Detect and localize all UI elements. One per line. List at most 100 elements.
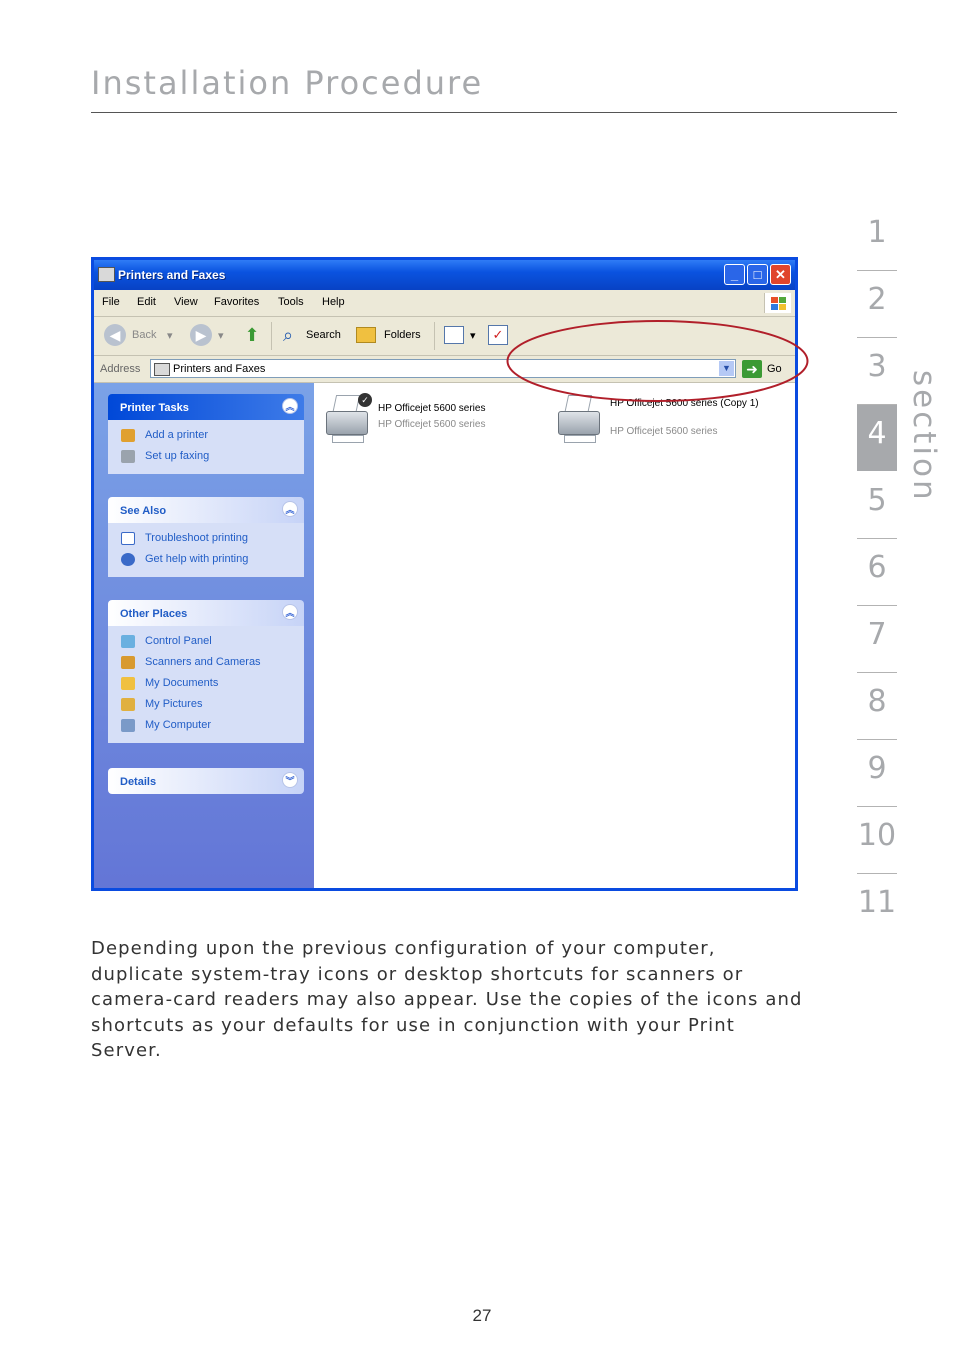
my-computer-link[interactable]: My Computer bbox=[108, 716, 304, 737]
help-question-icon bbox=[121, 532, 135, 545]
my-pictures-link[interactable]: My Pictures bbox=[108, 695, 304, 716]
go-button-label[interactable]: Go bbox=[767, 363, 782, 375]
details-header[interactable]: Details ︾ bbox=[108, 768, 304, 794]
get-help-printing-label: Get help with printing bbox=[145, 553, 249, 565]
details-title: Details bbox=[120, 776, 157, 788]
add-printer-label: Add a printer bbox=[145, 429, 208, 441]
body-paragraph: Depending upon the previous configuratio… bbox=[91, 938, 803, 1061]
printer-model: HP Officejet 5600 series bbox=[610, 426, 718, 437]
section-number-4-active: 4 bbox=[857, 405, 897, 472]
section-number-8: 8 bbox=[857, 673, 897, 740]
search-icon[interactable]: ⌕ bbox=[278, 325, 298, 345]
get-help-printing-link[interactable]: Get help with printing bbox=[108, 550, 304, 571]
search-button-label[interactable]: Search bbox=[306, 329, 341, 341]
toolbar-separator bbox=[271, 322, 272, 350]
see-also-header[interactable]: See Also ︽ bbox=[108, 497, 304, 523]
up-folder-icon[interactable]: ⬆ bbox=[242, 325, 262, 345]
header-divider bbox=[91, 112, 897, 113]
menu-edit[interactable]: Edit bbox=[137, 296, 156, 308]
maximize-button[interactable]: □ bbox=[747, 264, 768, 285]
my-computer-label: My Computer bbox=[145, 719, 212, 731]
page-number: 27 bbox=[472, 1306, 492, 1325]
section-number-1: 1 bbox=[857, 204, 897, 271]
control-panel-label: Control Panel bbox=[145, 635, 212, 647]
address-bar: Address Printers and Faxes ▼ ➜ Go bbox=[94, 356, 795, 383]
scanners-cameras-label: Scanners and Cameras bbox=[145, 656, 261, 668]
printer-list-area: ✓ HP Officejet 5600 series HP Officejet … bbox=[314, 383, 795, 888]
views-dropdown-icon[interactable]: ▾ bbox=[470, 329, 476, 342]
add-printer-icon bbox=[121, 429, 135, 442]
expand-chevron-icon[interactable]: ︾ bbox=[282, 772, 298, 788]
printer-folder-icon bbox=[154, 363, 170, 376]
section-nav: 1 2 3 4 5 6 7 8 9 10 11 bbox=[857, 204, 897, 941]
printer-name: HP Officejet 5600 series bbox=[378, 403, 486, 414]
section-number-2: 2 bbox=[857, 271, 897, 338]
address-input[interactable]: Printers and Faxes ▼ bbox=[150, 359, 736, 378]
close-button[interactable]: ✕ bbox=[770, 264, 791, 285]
printer-tasks-panel: Printer Tasks ︽ Add a printer Set up fax… bbox=[108, 394, 304, 474]
toolbar-separator bbox=[434, 322, 435, 350]
menu-help[interactable]: Help bbox=[322, 296, 345, 308]
my-pictures-label: My Pictures bbox=[145, 698, 203, 710]
folders-button-label[interactable]: Folders bbox=[384, 329, 421, 341]
printer-item[interactable]: ✓ HP Officejet 5600 series HP Officejet … bbox=[320, 389, 530, 449]
printer-model: HP Officejet 5600 series bbox=[378, 419, 486, 430]
printer-icon bbox=[556, 393, 602, 443]
window-titlebar[interactable]: Printers and Faxes _ □ ✕ bbox=[94, 260, 795, 290]
address-dropdown-icon[interactable]: ▼ bbox=[719, 361, 734, 376]
troubleshoot-printing-link[interactable]: Troubleshoot printing bbox=[108, 529, 304, 550]
see-also-panel: See Also ︽ Troubleshoot printing Get hel… bbox=[108, 497, 304, 577]
back-button-label[interactable]: Back bbox=[132, 329, 156, 341]
collapse-chevron-icon[interactable]: ︽ bbox=[282, 604, 298, 620]
help-globe-icon bbox=[121, 553, 135, 566]
printer-tasks-title: Printer Tasks bbox=[120, 402, 189, 414]
page-title: Installation Procedure bbox=[91, 64, 484, 102]
control-panel-icon bbox=[121, 635, 135, 648]
computer-icon bbox=[121, 719, 135, 732]
my-documents-label: My Documents bbox=[145, 677, 219, 689]
section-number-10: 10 bbox=[857, 807, 897, 874]
section-number-7: 7 bbox=[857, 606, 897, 673]
printer-name: HP Officejet 5600 series (Copy 1) bbox=[610, 398, 759, 409]
scanners-cameras-link[interactable]: Scanners and Cameras bbox=[108, 653, 304, 674]
address-label: Address bbox=[100, 363, 141, 375]
views-icon[interactable] bbox=[444, 326, 464, 344]
toolbar: ◀ Back ▾ ▶ ▾ ⬆ ⌕ Search Folders ▾ ✓ bbox=[94, 317, 795, 356]
menu-favorites[interactable]: Favorites bbox=[214, 296, 259, 308]
windows-logo-icon bbox=[764, 293, 791, 313]
properties-checklist-icon[interactable]: ✓ bbox=[488, 325, 508, 345]
my-documents-link[interactable]: My Documents bbox=[108, 674, 304, 695]
section-number-5: 5 bbox=[857, 472, 897, 539]
window-title: Printers and Faxes bbox=[118, 268, 226, 282]
section-label: section bbox=[906, 370, 942, 503]
folders-icon[interactable] bbox=[356, 327, 376, 343]
pictures-folder-icon bbox=[121, 698, 135, 711]
address-value: Printers and Faxes bbox=[173, 363, 266, 375]
printer-tasks-header[interactable]: Printer Tasks ︽ bbox=[108, 394, 304, 420]
control-panel-link[interactable]: Control Panel bbox=[108, 632, 304, 653]
add-printer-link[interactable]: Add a printer bbox=[108, 426, 304, 447]
back-arrow-icon[interactable]: ◀ bbox=[104, 324, 126, 346]
fax-icon bbox=[121, 450, 135, 463]
minimize-button[interactable]: _ bbox=[724, 264, 745, 285]
details-panel: Details ︾ bbox=[108, 768, 304, 794]
go-arrow-icon[interactable]: ➜ bbox=[742, 360, 762, 378]
other-places-header[interactable]: Other Places ︽ bbox=[108, 600, 304, 626]
set-up-faxing-link[interactable]: Set up faxing bbox=[108, 447, 304, 468]
menu-bar: File Edit View Favorites Tools Help bbox=[94, 290, 795, 317]
collapse-chevron-icon[interactable]: ︽ bbox=[282, 398, 298, 414]
default-printer-check-icon: ✓ bbox=[358, 393, 372, 407]
menu-view[interactable]: View bbox=[174, 296, 198, 308]
menu-file[interactable]: File bbox=[102, 296, 120, 308]
scanner-camera-icon bbox=[121, 656, 135, 669]
back-dropdown-icon[interactable]: ▾ bbox=[167, 329, 173, 342]
forward-arrow-icon[interactable]: ▶ bbox=[190, 324, 212, 346]
printer-folder-icon bbox=[98, 267, 115, 282]
menu-tools[interactable]: Tools bbox=[278, 296, 304, 308]
collapse-chevron-icon[interactable]: ︽ bbox=[282, 501, 298, 517]
printer-item[interactable]: HP Officejet 5600 series (Copy 1) HP Off… bbox=[552, 389, 762, 449]
other-places-title: Other Places bbox=[120, 608, 188, 620]
set-up-faxing-label: Set up faxing bbox=[145, 450, 210, 462]
troubleshoot-printing-label: Troubleshoot printing bbox=[145, 532, 248, 544]
forward-dropdown-icon[interactable]: ▾ bbox=[218, 329, 224, 342]
